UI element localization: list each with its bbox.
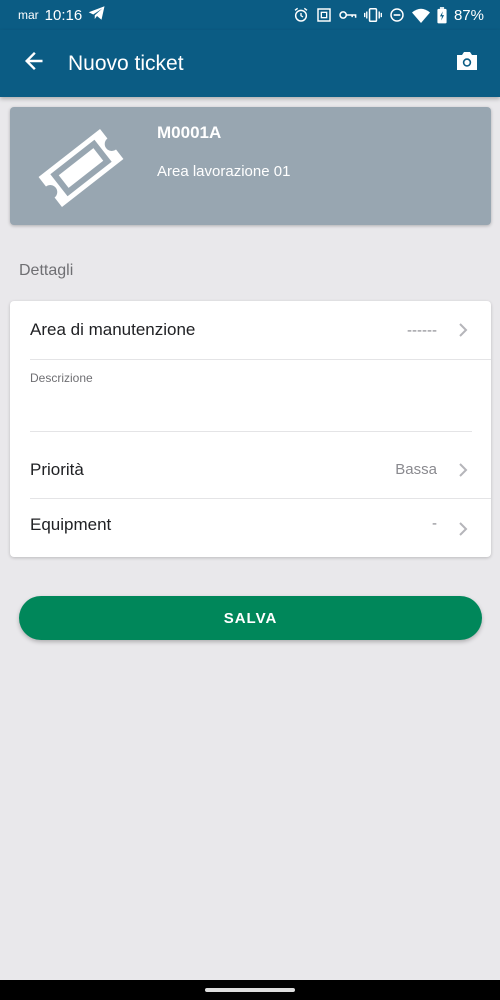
equipment-row[interactable]: Equipment - [10, 499, 491, 551]
ticket-code: M0001A [157, 123, 222, 142]
do-not-disturb-icon [389, 7, 405, 23]
camera-button[interactable] [434, 30, 500, 97]
navigation-bar [0, 980, 500, 1000]
ticket-area: Area lavorazione 01 [157, 163, 291, 180]
status-time: 10:16 [44, 6, 83, 24]
priority-value: Bassa [395, 461, 437, 478]
vibrate-icon [363, 7, 382, 23]
camera-icon [455, 50, 479, 77]
description-underline [30, 431, 472, 432]
nfc-icon [316, 7, 332, 23]
priority-label: Priorità [30, 459, 84, 479]
chevron-right-icon [453, 521, 473, 537]
status-bar-right: 87% [293, 7, 484, 24]
status-bar: mar 10:16 87% [0, 0, 500, 30]
status-day: mar [18, 8, 39, 22]
vpn-key-icon [339, 8, 357, 22]
details-card: Area di manutenzione ------ Descrizione … [10, 301, 491, 557]
battery-level: 87% [453, 6, 484, 24]
divider [30, 359, 491, 360]
back-button[interactable] [0, 30, 68, 97]
ticket-icon [32, 119, 130, 217]
equipment-value: - [432, 515, 437, 532]
wifi-icon [411, 8, 430, 23]
status-bar-left: mar 10:16 [18, 5, 106, 25]
telegram-icon [88, 5, 106, 25]
maintenance-area-row[interactable]: Area di manutenzione ------ [10, 301, 491, 359]
description-label: Descrizione [30, 371, 93, 385]
maintenance-area-label: Area di manutenzione [30, 320, 196, 339]
priority-row[interactable]: Priorità Bassa [10, 441, 491, 498]
page-title: Nuovo ticket [68, 51, 184, 75]
chevron-right-icon [453, 462, 473, 478]
save-button[interactable]: SALVA [19, 596, 482, 640]
arrow-back-icon [23, 50, 45, 77]
equipment-label: Equipment [30, 515, 112, 534]
maintenance-area-value: ------ [407, 321, 437, 339]
description-input[interactable] [30, 387, 472, 427]
alarm-icon [293, 7, 309, 23]
ticket-header-card: M0001A Area lavorazione 01 [10, 107, 491, 225]
section-title-details: Dettagli [19, 262, 74, 279]
description-field: Descrizione [30, 369, 472, 431]
app-bar: Nuovo ticket [0, 30, 500, 97]
home-gesture-handle[interactable] [205, 988, 295, 992]
battery-icon [437, 6, 447, 24]
chevron-right-icon [453, 322, 473, 338]
